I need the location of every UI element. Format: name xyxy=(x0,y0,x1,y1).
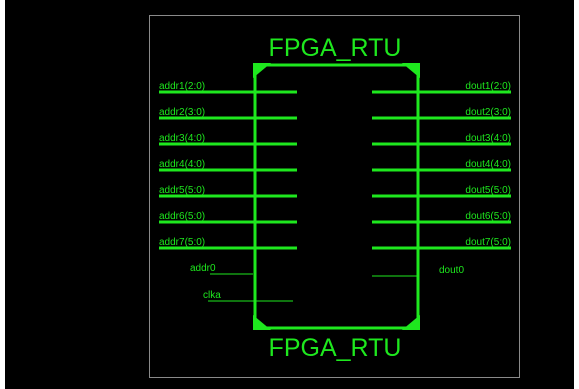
right-pin[interactable]: dout3(4:0) xyxy=(372,133,511,146)
corner-marker-bottom-left xyxy=(253,315,271,330)
pin-label: dout1(2:0) xyxy=(465,81,511,92)
right-pin[interactable]: dout1(2:0) xyxy=(372,81,511,94)
right-pin[interactable]: dout6(5:0) xyxy=(372,211,511,224)
pin-label: clka xyxy=(203,290,221,301)
pin-label: addr1(2:0) xyxy=(159,81,205,92)
left-pin[interactable]: addr4(4:0) xyxy=(159,159,297,172)
pin-label: dout0 xyxy=(439,265,464,276)
right-pin[interactable]: dout4(4:0) xyxy=(372,159,511,172)
left-pin[interactable]: addr6(5:0) xyxy=(159,211,297,224)
right-pin-group: dout1(2:0) dout2(3:0) dout3(4:0) dout4(4:0)… xyxy=(372,81,511,277)
left-pin[interactable]: addr0 xyxy=(190,263,253,275)
component-title-bottom: FPGA_RTU xyxy=(269,334,402,362)
pin-label: addr5(5:0) xyxy=(159,185,205,196)
left-pin-group: addr1(2:0) addr2(3:0) addr3(4:0) addr4(4:0)… xyxy=(159,81,297,302)
component-title-top: FPGA_RTU xyxy=(269,34,402,62)
pin-label: dout3(4:0) xyxy=(465,133,511,144)
pin-label: addr3(4:0) xyxy=(159,133,205,144)
pin-label: dout5(5:0) xyxy=(465,185,511,196)
left-pin[interactable]: addr7(5:0) xyxy=(159,237,297,250)
pin-label: addr6(5:0) xyxy=(159,211,205,222)
pin-label: dout7(5:0) xyxy=(465,237,511,248)
pin-label: addr0 xyxy=(190,263,216,274)
schematic-symbol: FPGA_RTU FPGA_RTU addr1(2:0)addr2(3:0)ad… xyxy=(159,34,511,362)
pin-label: dout4(4:0) xyxy=(465,159,511,170)
pin-label: addr2(3:0) xyxy=(159,107,205,118)
right-pin[interactable]: dout7(5:0) xyxy=(372,237,511,250)
pin-label: addr7(5:0) xyxy=(159,237,205,248)
right-pin[interactable]: dout2(3:0) xyxy=(372,107,511,120)
pin-label: addr4(4:0) xyxy=(159,159,205,170)
left-pin[interactable]: addr5(5:0) xyxy=(159,185,297,198)
corner-marker-top-left xyxy=(253,63,271,78)
left-pin[interactable]: clka xyxy=(203,290,293,302)
left-pin[interactable]: addr1(2:0) xyxy=(159,81,297,94)
right-pin[interactable]: dout5(5:0) xyxy=(372,185,511,198)
left-pin[interactable]: addr3(4:0) xyxy=(159,133,297,146)
left-pin[interactable]: addr2(3:0) xyxy=(159,107,297,120)
pin-label: dout2(3:0) xyxy=(465,107,511,118)
pin-label: dout6(5:0) xyxy=(465,211,511,222)
